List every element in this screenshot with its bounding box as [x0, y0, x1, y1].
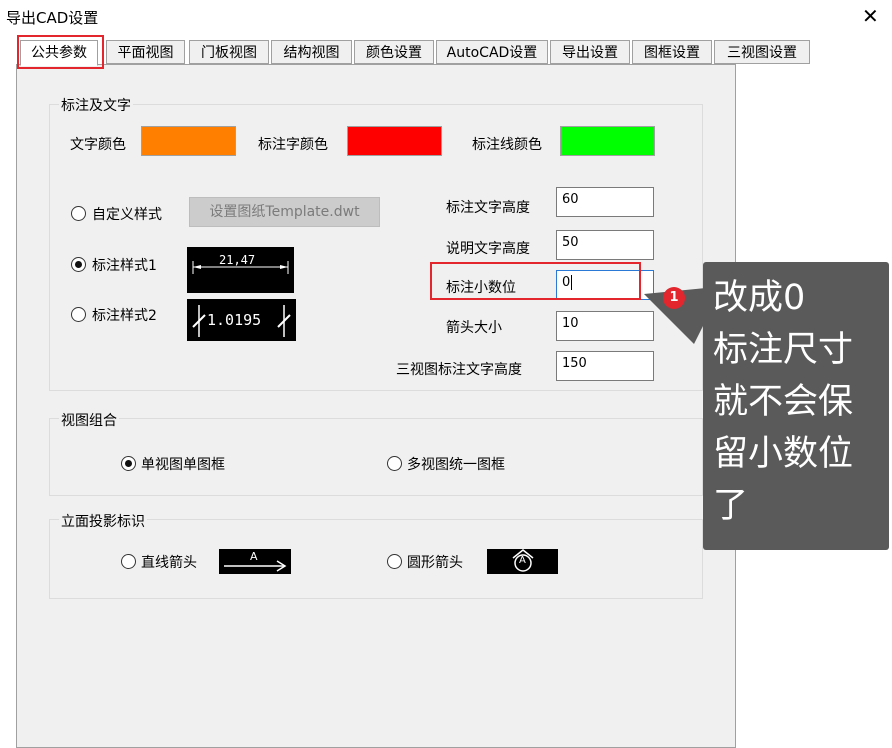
single-view-single-frame-radio[interactable] — [121, 456, 136, 471]
tab-structure-view[interactable]: 结构视图 — [271, 40, 352, 64]
circle-arrow-preview: A — [487, 549, 558, 574]
text-color-label: 文字颜色 — [70, 137, 126, 153]
tab-export-settings[interactable]: 导出设置 — [550, 40, 630, 64]
callout-line-2: 标注尺寸 — [713, 330, 854, 370]
dim-line-color-swatch[interactable] — [560, 126, 655, 156]
note-text-height-label: 说明文字高度 — [446, 241, 530, 257]
straight-arrow-radio[interactable] — [121, 554, 136, 569]
arrow-size-label: 箭头大小 — [446, 320, 502, 336]
multi-view-unified-frame-label: 多视图统一图框 — [407, 457, 505, 473]
straight-arrow-label: 直线箭头 — [141, 555, 197, 571]
dim-text-color-swatch[interactable] — [347, 126, 442, 156]
callout-line-5: 了 — [713, 486, 749, 526]
view-combination-title: 视图组合 — [59, 410, 119, 430]
dim-style-2-value: 1.0195 — [207, 311, 262, 329]
callout-line-3: 就不会保 — [713, 382, 854, 422]
dim-text-height-label: 标注文字高度 — [446, 200, 530, 216]
custom-style-radio[interactable] — [71, 206, 86, 221]
single-view-single-frame-label: 单视图单图框 — [141, 457, 225, 473]
dim-style-2-preview: 1.0195 — [187, 299, 296, 341]
dim-text-height-input[interactable]: 60 — [556, 187, 654, 217]
dim-style-1-radio[interactable] — [71, 257, 86, 272]
dim-style-2-radio[interactable] — [71, 307, 86, 322]
tab-highlight-box — [17, 35, 104, 69]
callout-line-4: 留小数位 — [713, 434, 854, 474]
dim-text-color-label: 标注字颜色 — [258, 137, 328, 153]
tab-color-settings[interactable]: 颜色设置 — [354, 40, 434, 64]
text-color-swatch[interactable] — [141, 126, 236, 156]
tab-autocad-settings[interactable]: AutoCAD设置 — [436, 40, 548, 64]
custom-style-label: 自定义样式 — [92, 207, 162, 223]
decimal-highlight-box — [430, 262, 641, 300]
elevation-marker-title: 立面投影标识 — [59, 511, 147, 531]
three-view-dim-text-height-label: 三视图标注文字高度 — [396, 362, 522, 378]
tab-plan-view[interactable]: 平面视图 — [106, 40, 185, 64]
circle-arrow-radio[interactable] — [387, 554, 402, 569]
tab-frame-settings[interactable]: 图框设置 — [632, 40, 712, 64]
dim-style-1-value: 21,47 — [219, 253, 256, 267]
note-text-height-input[interactable]: 50 — [556, 230, 654, 260]
dim-style-1-label: 标注样式1 — [92, 258, 157, 274]
circle-arrow-label: 圆形箭头 — [407, 555, 463, 571]
dim-line-color-label: 标注线颜色 — [472, 137, 542, 153]
multi-view-unified-frame-radio[interactable] — [387, 456, 402, 471]
template-button[interactable]: 设置图纸Template.dwt — [189, 197, 380, 227]
straight-arrow-preview: A — [219, 549, 291, 574]
step-badge: 1 — [663, 287, 685, 309]
callout-box: 改成0 标注尺寸 就不会保 留小数位 了 — [703, 262, 889, 550]
circle-arrow-letter: A — [519, 555, 526, 566]
callout-line-1: 改成0 — [713, 278, 806, 318]
annotation-group-title: 标注及文字 — [59, 95, 133, 115]
tab-door-view[interactable]: 门板视图 — [189, 40, 269, 64]
straight-arrow-letter: A — [250, 550, 258, 563]
close-icon[interactable]: ✕ — [862, 4, 879, 28]
three-view-dim-text-height-input[interactable]: 150 — [556, 351, 654, 381]
dim-style-1-preview: 21,47 — [187, 247, 294, 293]
title-bar — [0, 0, 892, 36]
tab-three-view-settings[interactable]: 三视图设置 — [714, 40, 810, 64]
dim-style-2-label: 标注样式2 — [92, 308, 157, 324]
window-title: 导出CAD设置 — [6, 9, 99, 27]
